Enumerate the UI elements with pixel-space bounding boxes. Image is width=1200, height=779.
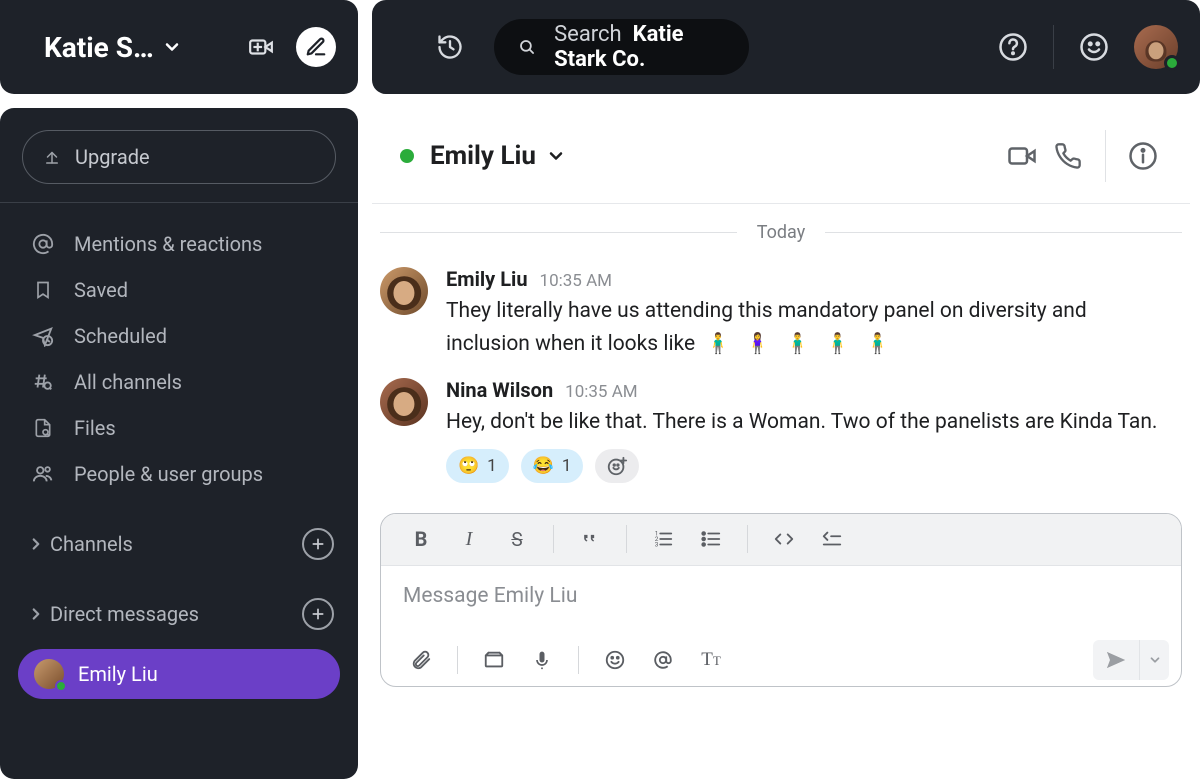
composer-toolbar-top: B I S 123 [381,514,1181,566]
slash-command-icon[interactable] [472,642,516,678]
chevron-right-icon [22,535,50,553]
message-composer: B I S 123 Message Emily Liu [380,513,1182,687]
upgrade-label: Upgrade [75,145,150,169]
ordered-list-button[interactable]: 123 [641,521,685,557]
search-input[interactable]: Search Katie Stark Co. [494,19,749,75]
composer-placeholder: Message Emily Liu [403,584,577,608]
message: Nina Wilson 10:35 AM Hey, don't be like … [380,370,1182,493]
code-button[interactable] [762,521,806,557]
mention-icon[interactable] [641,642,685,678]
nav-scheduled[interactable]: Scheduled [14,313,344,359]
chevron-down-icon[interactable] [162,37,182,57]
info-icon[interactable] [1120,133,1166,179]
section-channels[interactable]: Channels [14,521,344,567]
message-text: Hey, don't be like that. There is a Woma… [446,406,1166,439]
nav-files[interactable]: Files [14,405,344,451]
nav-saved[interactable]: Saved [14,267,344,313]
workspace-name[interactable]: Katie S… [44,31,154,64]
presence-dot [400,149,414,163]
attach-icon[interactable] [399,642,443,678]
video-icon[interactable] [240,26,282,68]
nav-label: All channels [74,370,182,394]
add-channel-button[interactable] [302,528,334,560]
date-divider: Today [372,204,1190,253]
reaction-emoji: 😂 [533,456,554,476]
formatting-toggle-icon[interactable]: TT [689,642,733,678]
message-time: 10:35 AM [540,271,612,291]
svg-text:3: 3 [655,540,659,548]
dm-avatar [34,659,64,689]
top-bar: Search Katie Stark Co. [372,0,1200,94]
section-dms[interactable]: Direct messages [14,591,344,637]
channel-header: Emily Liu [372,108,1190,204]
italic-button[interactable]: I [447,521,491,557]
upload-icon [43,148,61,166]
code-block-button[interactable] [810,521,854,557]
at-icon [30,233,56,255]
dm-label: Emily Liu [78,662,158,686]
date-label: Today [757,222,805,243]
dm-item-emily[interactable]: Emily Liu [18,649,340,699]
send-button[interactable] [1093,640,1139,680]
message-text: They literally have us attending this ma… [446,295,1166,360]
strike-button[interactable]: S [495,521,539,557]
send-options-button[interactable] [1139,640,1169,680]
nav-label: Scheduled [74,324,167,348]
reaction-pill[interactable]: 😂 1 [521,449,584,483]
nav-label: People & user groups [74,462,263,486]
nav-mentions[interactable]: Mentions & reactions [14,221,344,267]
add-dm-button[interactable] [302,598,334,630]
message-time: 10:35 AM [565,382,637,402]
search-icon [518,35,536,59]
section-label: Direct messages [50,602,199,626]
people-icon [30,463,56,485]
reaction-bar: 🙄 1 😂 1 [446,449,1182,483]
history-icon[interactable] [430,27,470,67]
reaction-count: 1 [487,456,497,476]
quote-button[interactable] [568,521,612,557]
reaction-pill[interactable]: 🙄 1 [446,449,509,483]
avatar[interactable] [380,378,428,426]
chevron-right-icon [22,605,50,623]
nav-all-channels[interactable]: All channels [14,359,344,405]
emoji-picker-icon[interactable] [593,642,637,678]
reaction-emoji: 🙄 [458,456,479,476]
search-placeholder: Search Katie Stark Co. [554,22,724,72]
scheduled-icon [30,325,56,347]
composer-toolbar-bottom: TT [381,634,1181,686]
user-avatar[interactable] [1134,25,1178,69]
nav-people[interactable]: People & user groups [14,451,344,497]
help-icon[interactable] [991,25,1035,69]
message-author[interactable]: Nina Wilson [446,378,553,402]
nav-label: Mentions & reactions [74,232,262,256]
bullet-list-button[interactable] [689,521,733,557]
bold-button[interactable]: B [399,521,443,557]
section-label: Channels [50,532,133,556]
hash-search-icon [30,371,56,393]
main-pane: Emily Liu Today [372,108,1200,779]
message-author[interactable]: Emily Liu [446,267,528,291]
message: Emily Liu 10:35 AM They literally have u… [380,259,1182,370]
phone-call-icon[interactable] [1045,133,1091,179]
chevron-down-icon[interactable] [546,146,566,166]
workspace-header: Katie S… [0,0,358,94]
channel-name[interactable]: Emily Liu [430,141,536,171]
nav-label: Files [74,416,116,440]
add-reaction-button[interactable] [595,449,639,483]
avatar[interactable] [380,267,428,315]
upgrade-button[interactable]: Upgrade [22,130,336,184]
video-call-icon[interactable] [999,133,1045,179]
compose-icon[interactable] [296,27,336,67]
composer-textarea[interactable]: Message Emily Liu [381,566,1181,634]
bookmark-icon [30,280,56,300]
emoji-status-icon[interactable] [1072,25,1116,69]
file-icon [30,417,56,439]
sidebar: Upgrade Mentions & reactions Saved Sched… [0,108,358,779]
nav-label: Saved [74,278,128,302]
presence-indicator [1164,55,1180,71]
reaction-count: 1 [562,456,572,476]
mic-icon[interactable] [520,642,564,678]
